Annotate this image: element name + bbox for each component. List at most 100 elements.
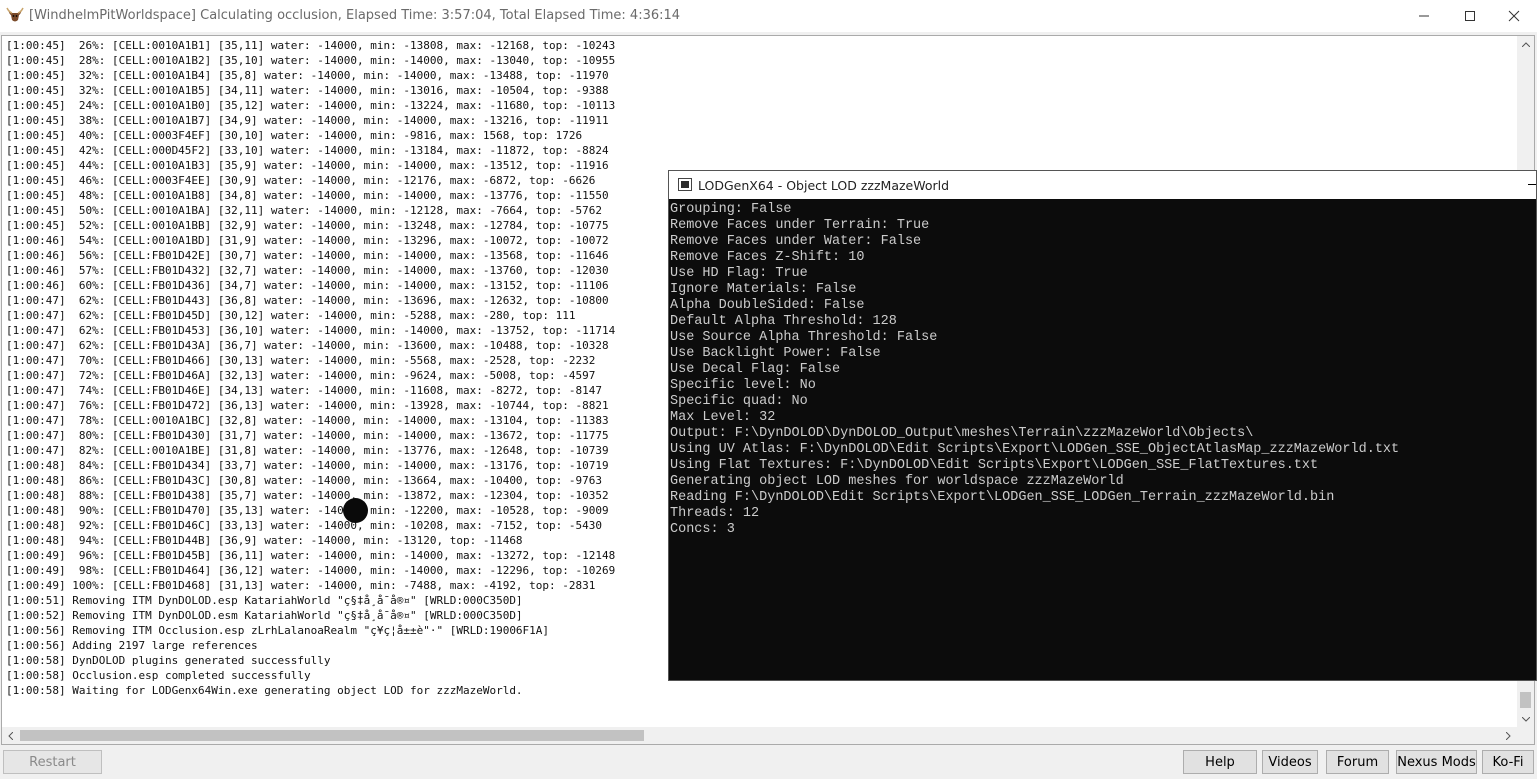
log-line: [1:00:46] 57%: [CELL:FB01D432] [32,7] wa…	[6, 264, 609, 277]
log-line: [1:00:47] 62%: [CELL:FB01D443] [36,8] wa…	[6, 294, 609, 307]
console-line: Use HD Flag: True	[670, 266, 808, 281]
log-line: [1:00:58] Occlusion.esp completed succes…	[6, 669, 311, 682]
log-line: [1:00:47] 74%: [CELL:FB01D46E] [34,13] w…	[6, 384, 603, 397]
console-line: Max Level: 32	[670, 410, 776, 425]
console-titlebar[interactable]: LODGenX64 - Object LOD zzzMazeWorld	[669, 171, 1536, 199]
log-line: [1:00:45] 28%: [CELL:0010A1B2] [35,10] w…	[6, 54, 616, 67]
log-line: [1:00:46] 56%: [CELL:FB01D42E] [30,7] wa…	[6, 249, 609, 262]
console-line: Specific level: No	[670, 378, 816, 393]
log-line: [1:00:48] 84%: [CELL:FB01D434] [33,7] wa…	[6, 459, 609, 472]
log-line: [1:00:45] 48%: [CELL:0010A1B8] [34,8] wa…	[6, 189, 609, 202]
log-line: [1:00:47] 80%: [CELL:FB01D430] [31,7] wa…	[6, 429, 609, 442]
log-line: [1:00:45] 24%: [CELL:0010A1B0] [35,12] w…	[6, 99, 616, 112]
log-line: [1:00:45] 26%: [CELL:0010A1B1] [35,11] w…	[6, 39, 616, 52]
log-line: [1:00:45] 46%: [CELL:0003F4EE] [30,9] wa…	[6, 174, 596, 187]
log-line: [1:00:47] 72%: [CELL:FB01D46A] [32,13] w…	[6, 369, 596, 382]
log-line: [1:00:45] 38%: [CELL:0010A1B7] [34,9] wa…	[6, 114, 609, 127]
log-list: [1:00:45] 26%: [CELL:0010A1B1] [35,11] w…	[6, 38, 615, 698]
console-line: Remove Faces under Water: False	[670, 234, 922, 249]
console-icon	[678, 178, 692, 191]
window-title: [WindhelmPitWorldspace] Calculating occl…	[29, 8, 681, 23]
scroll-right-button[interactable]	[1500, 727, 1517, 744]
scrollbar-corner	[1517, 727, 1534, 744]
nexus-mods-button[interactable]: Nexus Mods	[1396, 750, 1477, 774]
log-line: [1:00:56] Removing ITM Occlusion.esp zLr…	[6, 624, 550, 637]
log-line: [1:00:47] 62%: [CELL:FB01D453] [36,10] w…	[6, 324, 616, 337]
console-line: Default Alpha Threshold: 128	[670, 314, 897, 329]
restart-button[interactable]: Restart	[3, 750, 102, 774]
log-line: [1:00:45] 42%: [CELL:000D45F2] [33,10] w…	[6, 144, 609, 157]
minimize-button[interactable]	[1401, 0, 1447, 32]
log-line: [1:00:49] 96%: [CELL:FB01D45B] [36,11] w…	[6, 549, 616, 562]
chevron-down-icon	[1521, 717, 1530, 722]
log-line: [1:00:47] 62%: [CELL:FB01D45D] [30,12] w…	[6, 309, 576, 322]
videos-button[interactable]: Videos	[1262, 750, 1318, 774]
horizontal-scroll-thumb[interactable]	[20, 730, 644, 741]
ko-fi-button[interactable]: Ko-Fi	[1482, 750, 1534, 774]
log-line: [1:00:52] Removing ITM DynDOLOD.esm Kata…	[6, 609, 523, 622]
log-line: [1:00:48] 86%: [CELL:FB01D43C] [30,8] wa…	[6, 474, 603, 487]
close-button[interactable]	[1491, 0, 1537, 32]
console-line: Use Source Alpha Threshold: False	[670, 330, 938, 345]
console-line: Use Decal Flag: False	[670, 362, 841, 377]
console-line: Threads: 12	[670, 506, 760, 521]
bottom-toolbar: Restart Help Videos Forum Nexus Mods Ko-…	[0, 746, 1537, 779]
console-line: Alpha DoubleSided: False	[670, 298, 865, 313]
log-line: [1:00:48] 90%: [CELL:FB01D470] [35,13] w…	[6, 504, 609, 517]
horizontal-scrollbar[interactable]	[2, 727, 1517, 744]
scroll-left-button[interactable]	[2, 727, 19, 744]
log-line: [1:00:51] Removing ITM DynDOLOD.esp Kata…	[6, 594, 523, 607]
scroll-down-button[interactable]	[1517, 711, 1534, 728]
help-button[interactable]: Help	[1183, 750, 1257, 774]
log-line: [1:00:47] 82%: [CELL:0010A1BE] [31,8] wa…	[6, 444, 609, 457]
log-line: [1:00:48] 94%: [CELL:FB01D44B] [36,9] wa…	[6, 534, 523, 547]
forum-button[interactable]: Forum	[1326, 750, 1389, 774]
console-line: Concs: 3	[670, 522, 735, 537]
chevron-left-icon	[8, 731, 13, 740]
log-line: [1:00:45] 32%: [CELL:0010A1B5] [34,11] w…	[6, 84, 609, 97]
log-line: [1:00:47] 70%: [CELL:FB01D466] [30,13] w…	[6, 354, 596, 367]
console-line: Generating object LOD meshes for worldsp…	[670, 474, 1124, 489]
console-line: Remove Faces under Terrain: True	[670, 218, 930, 233]
console-minimize-icon[interactable]	[1528, 184, 1536, 185]
log-line: [1:00:47] 62%: [CELL:FB01D43A] [36,7] wa…	[6, 339, 609, 352]
log-line: [1:00:45] 52%: [CELL:0010A1BB] [32,9] wa…	[6, 219, 609, 232]
ox-head-icon	[6, 6, 24, 24]
log-line: [1:00:45] 32%: [CELL:0010A1B4] [35,8] wa…	[6, 69, 609, 82]
console-line: Specific quad: No	[670, 394, 808, 409]
log-line: [1:00:58] Waiting for LODGenx64Win.exe g…	[6, 684, 523, 697]
chevron-up-icon	[1521, 42, 1530, 47]
console-output: Grouping: False Remove Faces under Terrai…	[670, 202, 1399, 538]
console-line: Ignore Materials: False	[670, 282, 857, 297]
log-line: [1:00:47] 76%: [CELL:FB01D472] [36,13] w…	[6, 399, 609, 412]
console-line: Using UV Atlas: F:\DynDOLOD\Edit Scripts…	[670, 442, 1400, 457]
log-line: [1:00:48] 92%: [CELL:FB01D46C] [33,13] w…	[6, 519, 603, 532]
window-titlebar: [WindhelmPitWorldspace] Calculating occl…	[0, 0, 1537, 32]
log-line: [1:00:48] 88%: [CELL:FB01D438] [35,7] wa…	[6, 489, 609, 502]
console-line: Grouping: False	[670, 202, 792, 217]
log-line: [1:00:49] 100%: [CELL:FB01D468] [31,13] …	[6, 579, 596, 592]
log-line: [1:00:56] Adding 2197 large references	[6, 639, 258, 652]
chevron-right-icon	[1506, 731, 1511, 740]
log-line: [1:00:46] 60%: [CELL:FB01D436] [34,7] wa…	[6, 279, 609, 292]
scroll-up-button[interactable]	[1517, 36, 1534, 53]
console-title: LODGenX64 - Object LOD zzzMazeWorld	[698, 178, 950, 193]
lodgen-console-window[interactable]: LODGenX64 - Object LOD zzzMazeWorld Grou…	[668, 170, 1537, 681]
console-line: Using Flat Textures: F:\DynDOLOD\Edit Sc…	[670, 458, 1319, 473]
close-icon	[1508, 10, 1520, 22]
cursor-indicator	[343, 498, 368, 523]
console-line: Remove Faces Z-Shift: 10	[670, 250, 865, 265]
log-line: [1:00:45] 40%: [CELL:0003F4EF] [30,10] w…	[6, 129, 583, 142]
minimize-icon	[1419, 15, 1429, 17]
log-line: [1:00:45] 50%: [CELL:0010A1BA] [32,11] w…	[6, 204, 603, 217]
console-line: Reading F:\DynDOLOD\Edit Scripts\Export\…	[670, 490, 1335, 505]
log-line: [1:00:47] 78%: [CELL:0010A1BC] [32,8] wa…	[6, 414, 609, 427]
log-line: [1:00:45] 44%: [CELL:0010A1B3] [35,9] wa…	[6, 159, 609, 172]
log-line: [1:00:49] 98%: [CELL:FB01D464] [36,12] w…	[6, 564, 616, 577]
maximize-icon	[1465, 11, 1475, 21]
vertical-scroll-thumb[interactable]	[1520, 692, 1531, 708]
log-line: [1:00:46] 54%: [CELL:0010A1BD] [31,9] wa…	[6, 234, 609, 247]
console-line: Use Backlight Power: False	[670, 346, 881, 361]
console-line: Output: F:\DynDOLOD\DynDOLOD_Output\mesh…	[670, 426, 1254, 441]
maximize-button[interactable]	[1447, 0, 1493, 32]
